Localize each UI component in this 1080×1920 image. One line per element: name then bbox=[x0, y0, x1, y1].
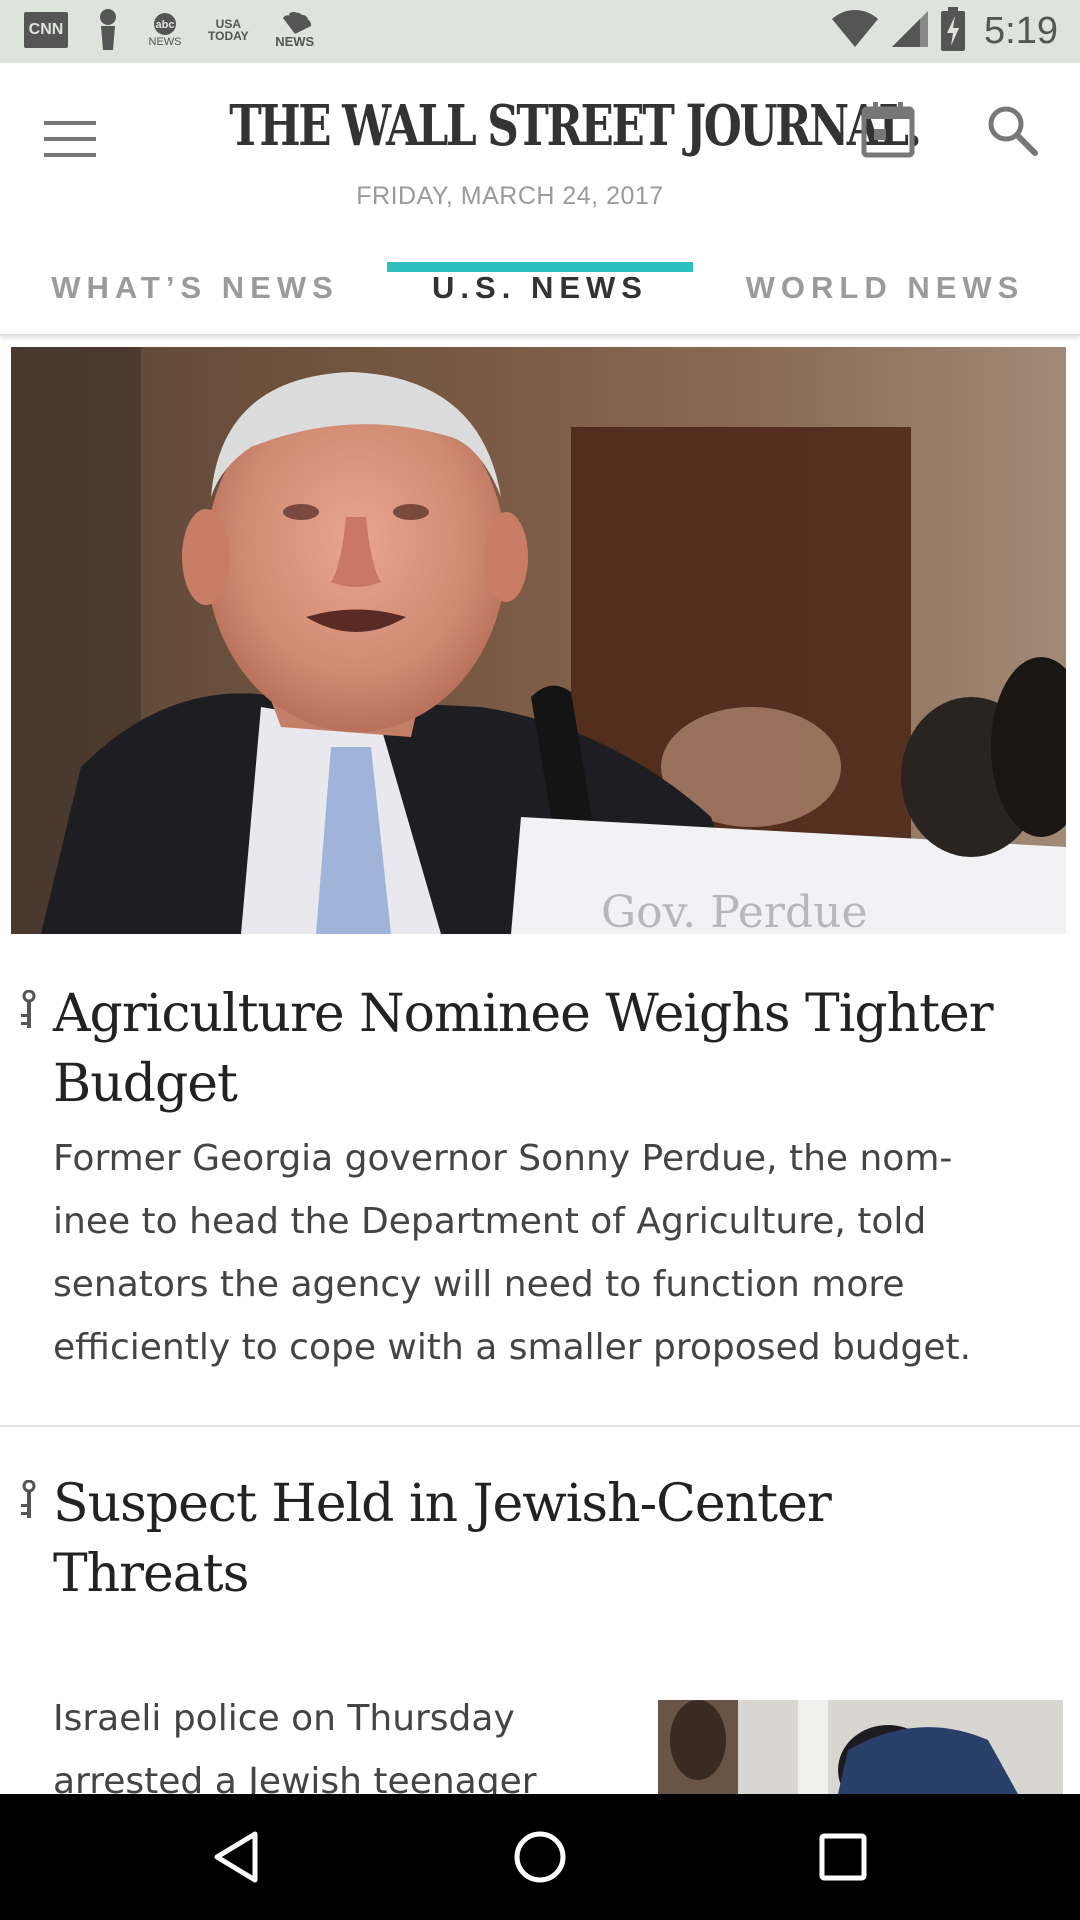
clock: 5:19 bbox=[984, 9, 1058, 52]
tab-whats-news[interactable]: WHAT’S NEWS bbox=[20, 243, 370, 335]
status-bar: CNN abc NEWS USA TODAY NEWS 5:19 bbox=[0, 0, 1080, 63]
article-hero-image[interactable]: Gov. Perdue bbox=[11, 347, 1066, 934]
article-title[interactable]: Agriculture Nominee Weighs Tighter Budge… bbox=[53, 979, 1053, 1119]
recents-icon bbox=[819, 1833, 867, 1881]
name-plate-text: Gov. Perdue bbox=[601, 887, 868, 934]
edition-date: FRIDAY, MARCH 24, 2017 bbox=[356, 182, 664, 210]
section-tabs: WHAT’S NEWS U.S. NEWS WORLD NEWS bbox=[0, 243, 1080, 335]
home-icon bbox=[514, 1831, 566, 1883]
search-button[interactable] bbox=[985, 103, 1045, 163]
menu-button[interactable] bbox=[40, 111, 104, 167]
cnn-icon: CNN bbox=[24, 12, 68, 48]
back-button[interactable] bbox=[196, 1817, 276, 1897]
recents-button[interactable] bbox=[803, 1817, 883, 1897]
battery-charging-icon bbox=[940, 7, 966, 55]
menu-icon bbox=[44, 121, 96, 157]
article-thumbnail[interactable] bbox=[658, 1700, 1063, 1794]
alert-icon bbox=[94, 8, 122, 52]
tab-world-news[interactable]: WORLD NEWS bbox=[710, 243, 1060, 335]
article-summary[interactable]: Former Georgia governor Sonny Perdue, th… bbox=[53, 1127, 1063, 1379]
wifi-icon bbox=[830, 9, 880, 53]
calendar-button[interactable] bbox=[860, 101, 920, 161]
app-header: THE WALL STREET JOURNAL. FRIDAY, MARCH 2… bbox=[0, 63, 1080, 335]
active-tab-indicator bbox=[387, 262, 693, 272]
abc-news-icon: abc NEWS bbox=[148, 12, 182, 48]
tab-us-news[interactable]: U.S. NEWS bbox=[387, 243, 693, 335]
back-icon bbox=[214, 1831, 258, 1883]
key-icon bbox=[21, 1480, 36, 1518]
home-button[interactable] bbox=[500, 1817, 580, 1897]
key-icon bbox=[21, 990, 36, 1028]
usa-today-icon: USA TODAY bbox=[208, 17, 249, 43]
masthead-logo[interactable]: THE WALL STREET JOURNAL. bbox=[229, 93, 922, 159]
nbc-news-icon: NEWS bbox=[275, 12, 315, 48]
calendar-icon bbox=[861, 102, 915, 158]
article-title[interactable]: Suspect Held in Jewish-Center Threats bbox=[53, 1469, 1053, 1609]
article-summary[interactable]: Israeli police on Thursday arrested a Je… bbox=[53, 1687, 613, 1794]
svg-text:abc: abc bbox=[156, 19, 175, 31]
system-nav-bar bbox=[0, 1794, 1080, 1920]
article-divider bbox=[0, 1425, 1080, 1427]
signal-icon bbox=[890, 9, 930, 53]
search-icon bbox=[988, 106, 1038, 156]
